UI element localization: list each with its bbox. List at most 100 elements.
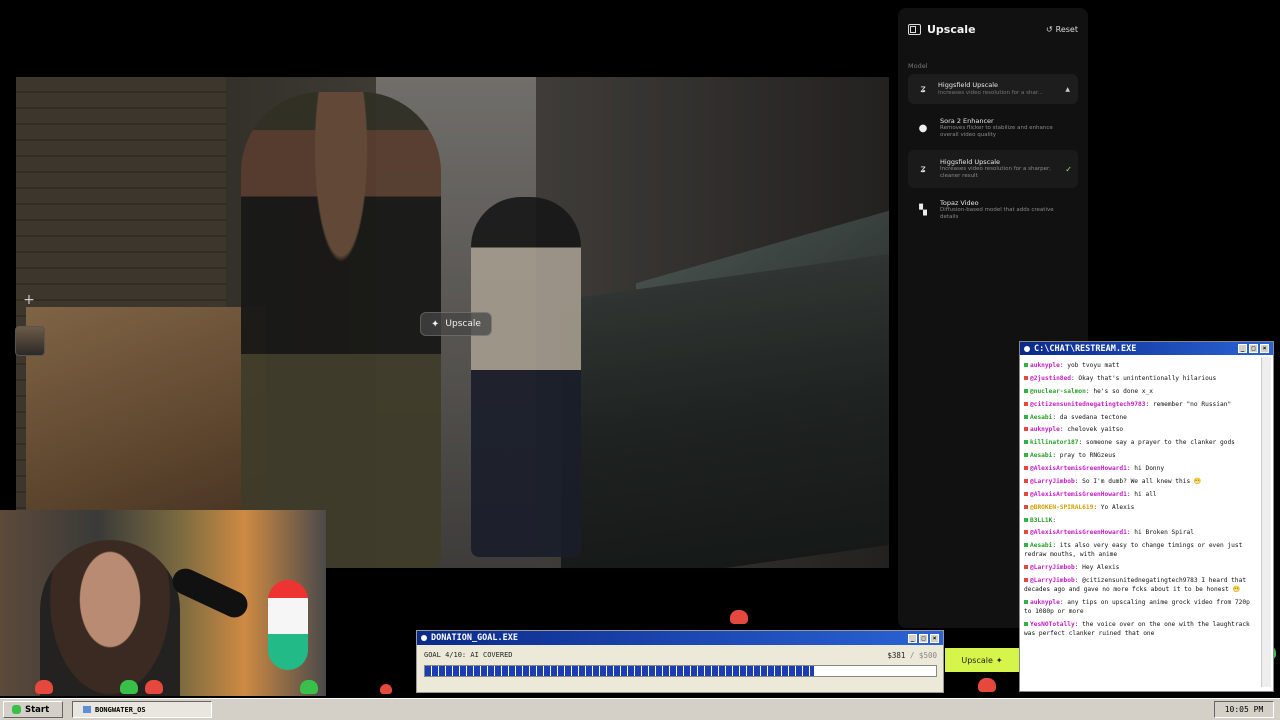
chat-message: @BROKEN-SPIRAL619: Yo Alexis — [1024, 504, 1259, 513]
chat-username[interactable]: killinator187 — [1030, 439, 1078, 446]
chat-badge-icon — [1024, 543, 1028, 548]
chat-username[interactable]: @2justin8ed — [1030, 375, 1071, 382]
upscale-icon — [908, 23, 921, 35]
model-options: ● Sora 2 Enhancer Removes flicker to sta… — [908, 109, 1078, 232]
chat-text: : hi all — [1126, 490, 1157, 498]
chat-username[interactable]: auknyple — [1030, 599, 1060, 606]
maximize-button[interactable]: □ — [1249, 344, 1258, 353]
sora-icon: ● — [918, 122, 928, 134]
taskbar-clock: 10:05 PM — [1214, 701, 1274, 718]
chat-badge-icon — [1024, 375, 1028, 380]
reset-button[interactable]: ↺ Reset — [1046, 25, 1078, 34]
chat-username[interactable]: YesNOTotally — [1030, 621, 1075, 628]
webcam-feed — [0, 510, 326, 696]
chat-badge-icon — [1024, 363, 1028, 367]
chat-message: @2justin8ed: Okay that's unintentionally… — [1024, 375, 1259, 384]
chat-badge-icon — [1024, 453, 1028, 458]
chat-username[interactable]: @AlexisArtemisGreenHoward1 — [1030, 491, 1127, 498]
chat-message: @LarryJimbob: Hey Alexis — [1024, 564, 1259, 573]
chat-message: killinator187: someone say a prayer to t… — [1024, 439, 1259, 448]
goal-label: GOAL 4/10: AI COVERED — [424, 651, 513, 659]
chat-username[interactable]: B3LL1K — [1030, 517, 1052, 524]
chat-username[interactable]: @BROKEN-SPIRAL619 — [1030, 504, 1093, 511]
chat-username[interactable]: Aesabi — [1030, 542, 1052, 549]
chat-username[interactable]: @AlexisArtemisGreenHoward1 — [1030, 529, 1127, 536]
chat-text: : remember "no Russian" — [1145, 400, 1232, 408]
chat-text: : pray to RNGzeus — [1052, 452, 1116, 460]
chat-username[interactable]: @LarryJimbob — [1030, 564, 1075, 571]
chat-badge-icon — [1024, 478, 1028, 483]
chat-text: : — [1052, 516, 1057, 524]
chat-username[interactable]: @nuclear-salmon — [1030, 388, 1086, 395]
window-icon — [421, 635, 427, 641]
chat-message: Aesabi: pray to RNGzeus — [1024, 452, 1259, 461]
reset-icon: ↺ — [1045, 24, 1053, 34]
chat-scrollbar[interactable] — [1261, 357, 1271, 687]
chat-title: C:\CHAT\RESTREAM.EXE — [1034, 343, 1137, 354]
chat-username[interactable]: @AlexisArtemisGreenHoward1 — [1030, 465, 1127, 472]
upscale-tag-label: Upscale — [961, 655, 993, 665]
chat-username[interactable]: Aesabi — [1030, 452, 1052, 459]
goal-progress-fill — [425, 666, 815, 676]
chat-username[interactable]: @LarryJimbob — [1030, 478, 1075, 485]
chat-badge-icon — [1024, 388, 1028, 393]
donation-goal-titlebar[interactable]: DONATION_GOAL.EXE _ □ × — [417, 631, 943, 645]
chat-message: @nuclear-salmon: he's so done x_x — [1024, 388, 1259, 397]
media-thumbnail[interactable] — [15, 326, 45, 356]
upscale-tag: Upscale ✦ — [945, 648, 1019, 672]
close-button[interactable]: × — [930, 633, 939, 643]
chat-messages: auknyple: yob tvoyu matt @2justin8ed: Oka… — [1024, 362, 1259, 687]
model-select[interactable]: ʑ Higgsfield Upscale Increases video res… — [908, 74, 1078, 104]
maximize-button[interactable]: □ — [919, 633, 928, 643]
higgsfield-icon: ʑ — [920, 83, 926, 95]
chat-badge-icon — [1024, 621, 1028, 626]
chat-badge-icon — [1024, 599, 1028, 604]
frog-sprite — [380, 684, 392, 694]
chat-username[interactable]: auknyple — [1030, 362, 1060, 369]
chat-badge-icon — [1024, 530, 1028, 535]
frog-sprite — [730, 610, 748, 624]
panel-header: Upscale ↺ Reset — [908, 18, 1078, 40]
frog-sprite — [145, 680, 163, 694]
start-button[interactable]: Start — [3, 701, 63, 718]
chat-username[interactable]: @LarryJimbob — [1030, 577, 1075, 584]
window-icon — [83, 706, 91, 713]
check-icon: ✓ — [1065, 164, 1072, 174]
chat-badge-icon — [1024, 517, 1028, 522]
chat-badge-icon — [1024, 466, 1028, 470]
task-label: BONGWATER_OS — [95, 705, 146, 714]
donation-goal-title: DONATION_GOAL.EXE — [431, 633, 518, 643]
chat-badge-icon — [1024, 577, 1028, 582]
chat-message: YesNOTotally: the voice over on the one … — [1024, 621, 1259, 639]
close-button[interactable]: × — [1260, 344, 1269, 353]
option-name: Sora 2 Enhancer — [940, 116, 994, 125]
toy-figure — [268, 580, 308, 670]
model-label: Model — [908, 62, 928, 70]
chevron-up-icon: ▲ — [1065, 85, 1070, 93]
taskbar-item-bongwater[interactable]: BONGWATER_OS — [72, 701, 212, 718]
model-option-sora[interactable]: ● Sora 2 Enhancer Removes flicker to sta… — [908, 109, 1078, 147]
chat-badge-icon — [1024, 491, 1028, 496]
model-option-topaz[interactable]: ▚ Topaz Video Diffusion-based model that… — [908, 191, 1078, 229]
chat-username[interactable]: Aesabi — [1030, 414, 1052, 421]
chat-username[interactable]: auknyple — [1030, 426, 1060, 433]
model-option-higgsfield[interactable]: ʑ Higgsfield Upscale Increases video res… — [908, 150, 1078, 188]
microphone — [168, 564, 252, 622]
sparkle-icon: ✦ — [431, 318, 440, 330]
goal-amount: $381 / $500 — [887, 651, 937, 660]
chat-text: : da svedana tectone — [1052, 413, 1127, 421]
upscale-overlay-label: Upscale — [445, 319, 481, 329]
minimize-button[interactable]: _ — [908, 633, 917, 643]
video-preview[interactable]: ✦ Upscale — [16, 77, 889, 568]
upscale-overlay-button[interactable]: ✦ Upscale — [420, 312, 492, 336]
sparkle-icon: ✦ — [995, 655, 1003, 665]
option-desc: Removes flicker to stabilize and enhance… — [940, 125, 1053, 138]
topaz-icon: ▚ — [919, 204, 927, 216]
chat-username[interactable]: @citizensunitednegatingtech9783 — [1030, 401, 1145, 408]
goal-total: / $500 — [909, 651, 937, 660]
window-icon — [1024, 345, 1030, 352]
add-media-button[interactable]: + — [16, 292, 42, 312]
minimize-button[interactable]: _ — [1238, 344, 1247, 353]
chat-titlebar[interactable]: C:\CHAT\RESTREAM.EXE _ □ × — [1020, 342, 1273, 355]
chat-text: : hi Donny — [1126, 465, 1165, 472]
